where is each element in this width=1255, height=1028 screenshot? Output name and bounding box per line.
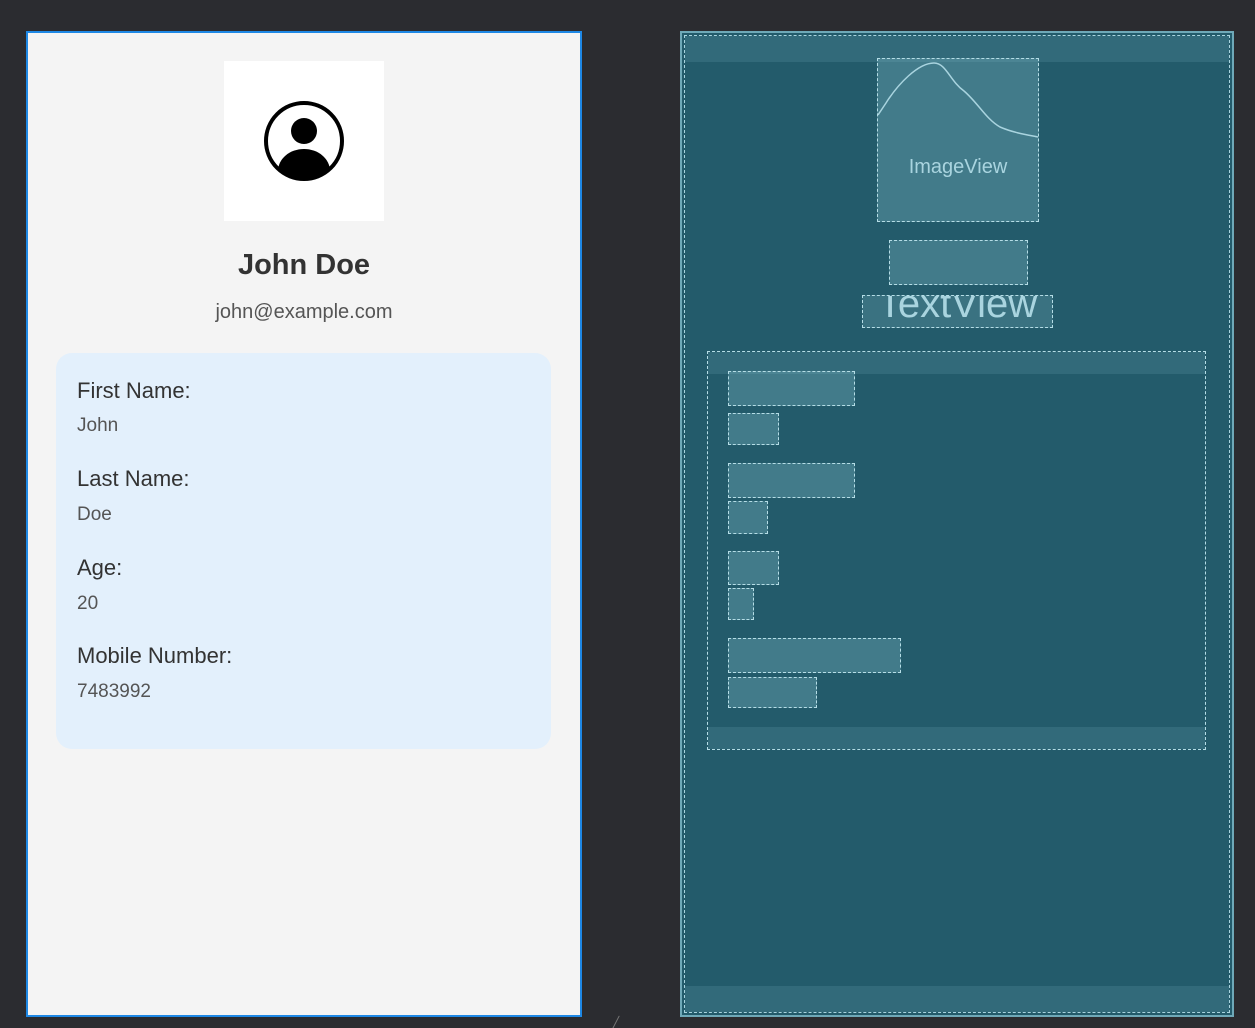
- blueprint-imageview[interactable]: ImageView: [877, 58, 1039, 222]
- blueprint-last-name-label[interactable]: [728, 463, 855, 498]
- last-name-value: Doe: [77, 504, 112, 525]
- blueprint-preview[interactable]: ImageView TextView: [680, 31, 1234, 1017]
- blueprint-details-card[interactable]: [707, 351, 1206, 750]
- layout-editor-canvas: John Doe john@example.com First Name: Jo…: [0, 0, 1255, 1028]
- image-placeholder-icon: [878, 62, 1038, 138]
- profile-name: John Doe: [237, 249, 371, 281]
- first-name-label: First Name:: [77, 378, 191, 403]
- mobile-number-value: 7483992: [77, 681, 151, 702]
- mobile-number-label: Mobile Number:: [77, 643, 233, 668]
- last-name-label: Last Name:: [77, 466, 190, 491]
- account-circle-icon: [264, 101, 344, 181]
- design-preview[interactable]: John Doe john@example.com First Name: Jo…: [26, 31, 582, 1017]
- blueprint-card-bottom-band: [708, 727, 1205, 749]
- blueprint-mobile-number-value[interactable]: [728, 677, 817, 708]
- blueprint-name-textview[interactable]: [889, 240, 1028, 285]
- blueprint-last-name-value[interactable]: [728, 501, 768, 534]
- details-card: First Name: John Last Name: Doe Age: 20 …: [56, 353, 551, 749]
- blueprint-first-name-label[interactable]: [728, 371, 855, 406]
- age-label: Age:: [77, 555, 123, 580]
- age-value: 20: [77, 593, 99, 614]
- profile-image[interactable]: [224, 61, 384, 221]
- blueprint-bottom-band: [685, 986, 1229, 1012]
- blueprint-mobile-number-label[interactable]: [728, 638, 901, 673]
- blueprint-first-name-value[interactable]: [728, 413, 779, 445]
- textview-label: TextView: [877, 295, 1038, 326]
- blueprint-email-textview[interactable]: TextView: [862, 295, 1053, 328]
- imageview-label: ImageView: [908, 156, 1008, 178]
- resize-handle-icon[interactable]: ╱: [612, 1016, 624, 1028]
- blueprint-age-value[interactable]: [728, 588, 754, 620]
- first-name-value: John: [77, 415, 119, 436]
- profile-email: john@example.com: [215, 301, 393, 323]
- blueprint-age-label[interactable]: [728, 551, 779, 585]
